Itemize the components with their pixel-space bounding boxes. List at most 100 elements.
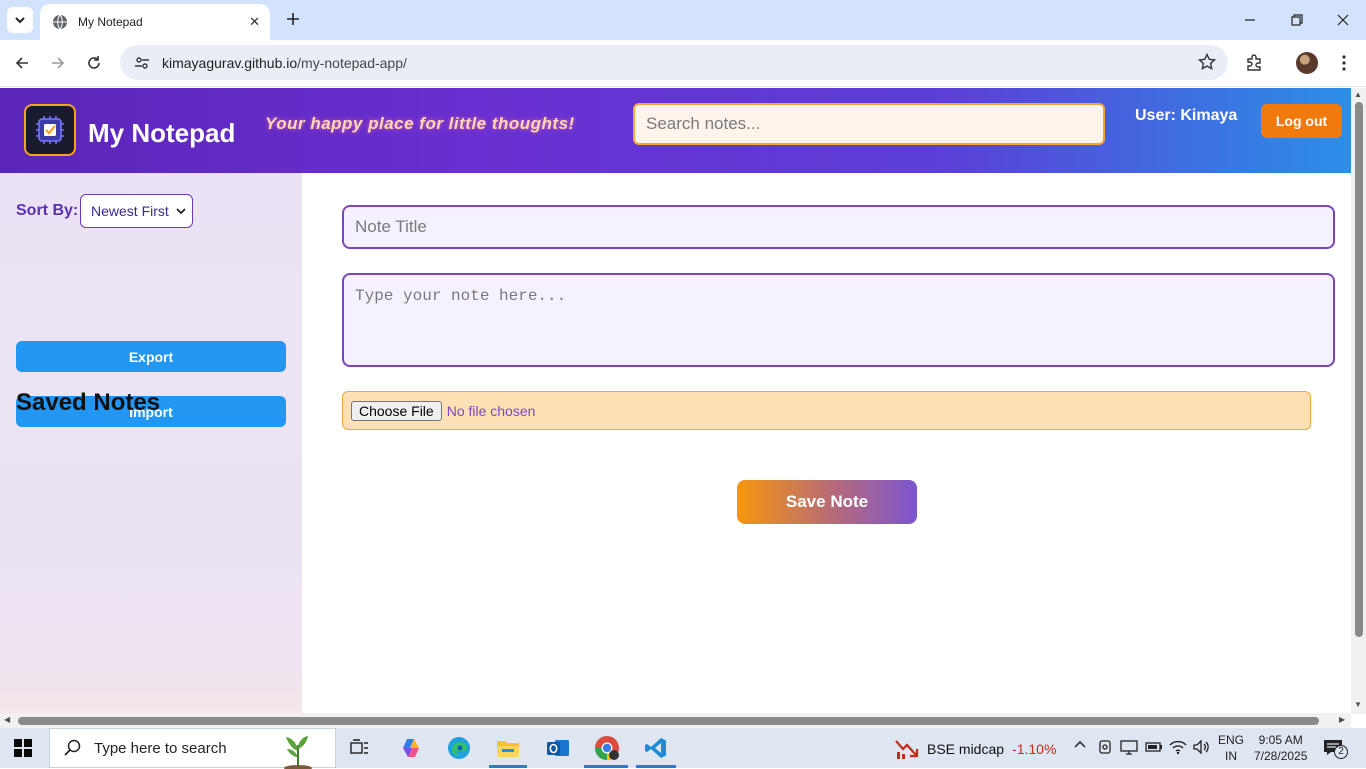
reload-button[interactable] bbox=[81, 50, 107, 76]
browser-menu-button[interactable] bbox=[1331, 50, 1357, 76]
edge-button[interactable] bbox=[444, 734, 474, 762]
vertical-scrollbar[interactable]: ▲ ▼ bbox=[1351, 88, 1366, 714]
app-title: My Notepad bbox=[88, 118, 236, 148]
language-top: ENG bbox=[1218, 733, 1245, 747]
notifications-button[interactable]: 2 bbox=[1323, 738, 1349, 760]
battery-icon[interactable] bbox=[1145, 739, 1163, 758]
vscode-icon bbox=[645, 738, 666, 758]
note-body-textarea[interactable] bbox=[342, 273, 1335, 367]
chevron-up-icon[interactable] bbox=[1073, 737, 1087, 754]
clock-time: 9:05 AM bbox=[1258, 733, 1303, 747]
tab-search-button[interactable] bbox=[7, 7, 33, 33]
vscode-button[interactable] bbox=[641, 734, 671, 762]
close-tab-icon[interactable]: ✕ bbox=[249, 14, 260, 30]
globe-icon bbox=[53, 14, 67, 30]
notification-count: 2 bbox=[1334, 745, 1348, 759]
stock-widget[interactable]: BSE midcap -1.10% bbox=[895, 738, 1056, 760]
chrome-button[interactable] bbox=[592, 734, 622, 762]
chevron-down-icon bbox=[176, 208, 186, 215]
file-explorer-button[interactable] bbox=[493, 734, 523, 762]
outlook-icon bbox=[547, 740, 569, 756]
sort-select[interactable]: Newest First bbox=[80, 194, 193, 228]
stock-name: BSE midcap bbox=[927, 741, 1005, 757]
user-label: User: Kimaya bbox=[1135, 107, 1238, 124]
tab-title: My Notepad bbox=[78, 15, 143, 29]
search-icon bbox=[64, 739, 81, 756]
meet-now-icon[interactable] bbox=[1097, 739, 1113, 758]
plant-icon bbox=[284, 736, 312, 769]
back-button[interactable] bbox=[9, 50, 35, 76]
folder-icon bbox=[497, 741, 519, 757]
clock[interactable]: 9:05 AM 7/28/2025 bbox=[1254, 732, 1307, 764]
chevron-down-icon bbox=[15, 17, 25, 24]
url-path: /my-notepad-app/ bbox=[297, 54, 407, 71]
bookmark-star-icon[interactable] bbox=[1198, 53, 1216, 71]
arrow-left-icon bbox=[15, 57, 28, 69]
windows-taskbar: Type here to search BSE midcap -1.10% EN… bbox=[0, 728, 1366, 769]
stock-chart-down-icon bbox=[895, 740, 919, 759]
task-view-icon bbox=[350, 739, 368, 754]
extensions-button[interactable] bbox=[1241, 50, 1267, 76]
restore-icon bbox=[1291, 14, 1303, 26]
volume-icon[interactable] bbox=[1192, 739, 1210, 758]
search-notes-input[interactable] bbox=[633, 103, 1105, 145]
taskbar-search-box[interactable]: Type here to search bbox=[49, 728, 336, 769]
taskbar-search-placeholder: Type here to search bbox=[94, 739, 227, 757]
language-indicator[interactable]: ENG IN bbox=[1218, 732, 1244, 764]
close-icon bbox=[1337, 14, 1349, 26]
stock-change: -1.10% bbox=[1012, 741, 1057, 757]
edge-icon bbox=[448, 737, 470, 759]
start-button[interactable] bbox=[14, 739, 32, 762]
note-title-input[interactable] bbox=[342, 205, 1335, 249]
app-logo bbox=[24, 104, 76, 156]
wifi-icon[interactable] bbox=[1169, 739, 1187, 758]
export-button[interactable]: Export bbox=[16, 341, 286, 372]
save-note-button[interactable]: Save Note bbox=[737, 480, 917, 524]
address-bar[interactable]: kimayagurav.github.io/my-notepad-app/ bbox=[120, 45, 1228, 80]
more-vertical-icon bbox=[1342, 55, 1346, 71]
url-host: kimayagurav.github.io bbox=[162, 54, 298, 71]
logout-button[interactable]: Log out bbox=[1261, 104, 1342, 138]
scroll-up-icon[interactable]: ▲ bbox=[1354, 90, 1362, 99]
copilot-button[interactable] bbox=[396, 734, 426, 762]
arrow-right-icon bbox=[52, 57, 65, 69]
site-settings-icon[interactable] bbox=[134, 55, 150, 71]
notepad-checkbox-icon bbox=[36, 116, 64, 144]
tagline: Your happy place for little thoughts! bbox=[265, 114, 575, 133]
sidebar: Sort By: Newest First Export Import Save… bbox=[0, 173, 302, 714]
vertical-scroll-thumb[interactable] bbox=[1355, 102, 1363, 637]
language-bottom: IN bbox=[1225, 749, 1237, 763]
horizontal-scrollbar[interactable]: ◀ ▶ bbox=[0, 713, 1351, 728]
outlook-button[interactable] bbox=[543, 734, 573, 762]
browser-tab-bar: My Notepad ✕ bbox=[0, 0, 1366, 40]
saved-notes-heading: Saved Notes bbox=[16, 389, 161, 416]
browser-tab[interactable]: My Notepad ✕ bbox=[40, 4, 270, 40]
profile-button[interactable] bbox=[1294, 50, 1320, 76]
reload-icon bbox=[88, 56, 100, 69]
windows-logo-icon bbox=[14, 739, 32, 757]
scroll-down-icon[interactable]: ▼ bbox=[1354, 700, 1362, 709]
display-settings-icon[interactable] bbox=[1120, 739, 1138, 758]
avatar bbox=[1296, 52, 1318, 74]
scroll-right-icon[interactable]: ▶ bbox=[1339, 715, 1345, 724]
puzzle-icon bbox=[1247, 54, 1261, 71]
forward-button[interactable] bbox=[45, 50, 71, 76]
sort-label: Sort By: bbox=[16, 202, 79, 219]
clock-date: 7/28/2025 bbox=[1254, 749, 1308, 763]
choose-file-button[interactable]: Choose File bbox=[351, 400, 442, 421]
horizontal-scroll-thumb[interactable] bbox=[18, 717, 1319, 725]
new-tab-button[interactable] bbox=[282, 8, 304, 30]
minimize-button[interactable] bbox=[1238, 8, 1262, 32]
url-text: kimayagurav.github.io/my-notepad-app/ bbox=[162, 55, 407, 71]
minimize-icon bbox=[1245, 19, 1255, 21]
restore-button[interactable] bbox=[1285, 8, 1309, 32]
close-window-button[interactable] bbox=[1331, 8, 1355, 32]
app-header: My Notepad Your happy place for little t… bbox=[0, 88, 1351, 173]
plus-icon bbox=[287, 13, 299, 25]
scroll-left-icon[interactable]: ◀ bbox=[4, 715, 10, 724]
task-view-button[interactable] bbox=[345, 734, 375, 762]
file-status: No file chosen bbox=[446, 402, 536, 419]
file-upload: Choose File No file chosen bbox=[342, 391, 1311, 430]
browser-toolbar: kimayagurav.github.io/my-notepad-app/ bbox=[0, 40, 1366, 87]
chrome-icon bbox=[595, 736, 619, 760]
